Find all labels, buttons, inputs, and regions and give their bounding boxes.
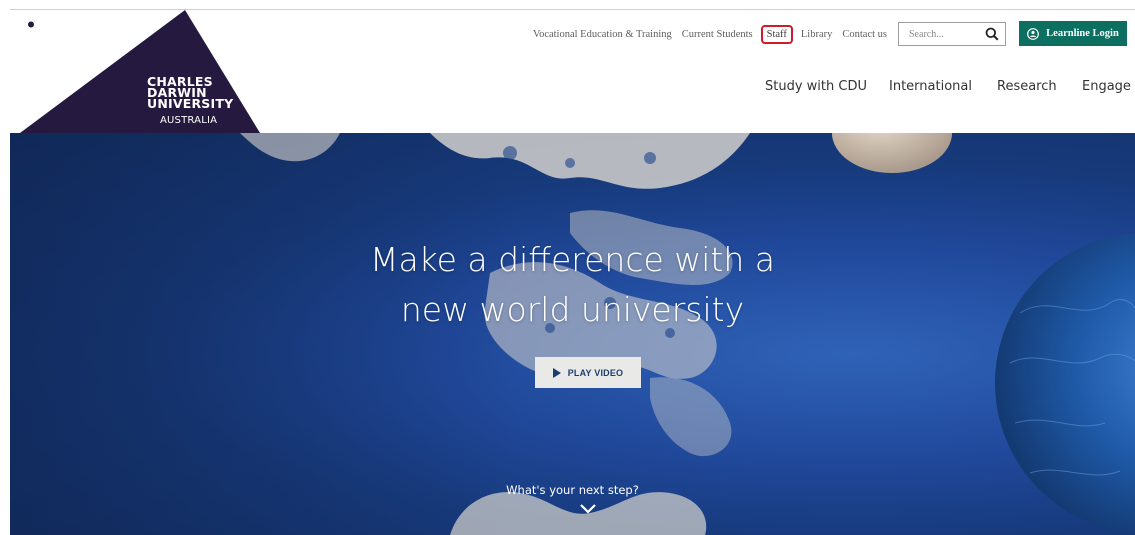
utility-nav: Vocational Education & Training Current … bbox=[533, 23, 887, 45]
util-link-staff[interactable]: Staff bbox=[760, 24, 793, 44]
chevron-down-icon[interactable] bbox=[579, 503, 597, 515]
logo-wordmark: CHARLES DARWIN UNIVERSITY bbox=[147, 75, 234, 111]
util-link-current-students[interactable]: Current Students bbox=[682, 29, 753, 40]
nav-study-with-cdu[interactable]: Study with CDU bbox=[765, 79, 867, 94]
logo-sub-australia: AUSTRALIA bbox=[160, 115, 218, 126]
play-video-label: PLAY VIDEO bbox=[567, 367, 624, 378]
hero-title-line1: Make a difference with a bbox=[369, 240, 775, 279]
learnline-login-button[interactable]: Learnline Login bbox=[1019, 21, 1127, 46]
search-box bbox=[898, 22, 1006, 46]
util-link-library[interactable]: Library bbox=[801, 29, 833, 40]
nav-international[interactable]: International bbox=[889, 79, 972, 94]
hero-title: Make a difference with a new world unive… bbox=[10, 235, 1135, 335]
hero-banner: Make a difference with a new world unive… bbox=[10, 133, 1135, 535]
hero-title-line2: new world university bbox=[400, 290, 745, 329]
cdu-logo[interactable]: CHARLES DARWIN UNIVERSITY AUSTRALIA bbox=[20, 10, 260, 133]
nav-research[interactable]: Research bbox=[997, 79, 1057, 94]
shield-crest-icon bbox=[21, 11, 41, 33]
logo-triangle bbox=[20, 10, 260, 133]
util-link-contact-us[interactable]: Contact us bbox=[842, 29, 887, 40]
learnline-login-label: Learnline Login bbox=[1046, 28, 1119, 39]
util-link-vet[interactable]: Vocational Education & Training bbox=[533, 29, 672, 40]
user-circle-icon bbox=[1027, 27, 1040, 40]
next-step-text[interactable]: What's your next step? bbox=[10, 483, 1135, 497]
play-icon bbox=[552, 367, 561, 378]
logo-line-university: UNIVERSITY bbox=[147, 96, 234, 111]
search-icon[interactable] bbox=[985, 27, 999, 41]
nav-engage[interactable]: Engage bbox=[1082, 79, 1131, 94]
search-input[interactable] bbox=[909, 24, 989, 44]
site-header: CHARLES DARWIN UNIVERSITY AUSTRALIA Voca… bbox=[0, 0, 1135, 133]
play-video-button[interactable]: PLAY VIDEO bbox=[535, 357, 641, 388]
